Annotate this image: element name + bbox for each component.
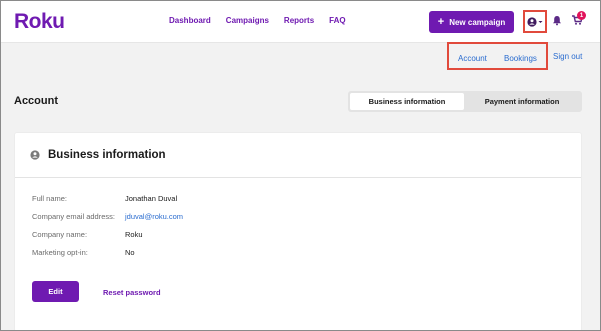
cart-count-badge: 1 [577,11,586,20]
reset-password-link[interactable]: Reset password [103,288,161,297]
field-value: No [125,248,135,257]
nav-faq[interactable]: FAQ [329,16,345,25]
field-value: Roku [125,230,143,239]
field-label: Company email address: [32,212,115,221]
account-tabs: Business information Payment information [348,91,582,112]
page-title: Account [14,95,58,107]
field-value: Jonathan Duval [125,194,178,203]
new-campaign-label: New campaign [449,17,506,27]
chevron-down-icon [538,20,543,23]
app-window: Roku Dashboard Campaigns Reports FAQ + N… [0,0,601,331]
sign-out-link[interactable]: Sign out [553,52,582,61]
business-information-card: Business information Full name: Jonathan… [14,132,582,330]
card-title: Business information [48,149,166,161]
bell-icon[interactable] [552,15,562,26]
edit-button[interactable]: Edit [32,281,79,302]
nav-reports[interactable]: Reports [284,16,314,25]
account-link[interactable]: Account [458,54,487,63]
card-header: Business information [15,133,581,178]
account-menu: Account Bookings [447,42,548,70]
tab-business-information[interactable]: Business information [350,93,464,110]
nav-campaigns[interactable]: Campaigns [226,16,269,25]
user-menu-button[interactable] [523,10,547,33]
user-circle-icon [527,16,537,27]
user-circle-icon [30,150,40,160]
roku-logo[interactable]: Roku [14,10,65,34]
top-navigation-bar: Roku Dashboard Campaigns Reports FAQ + N… [1,1,600,43]
field-label: Marketing opt-in: [32,248,88,257]
plus-icon: + [437,15,445,28]
new-campaign-button[interactable]: + New campaign [429,11,514,33]
field-label: Company name: [32,230,88,239]
email-link[interactable]: jduval@roku.com [125,212,183,221]
main-nav: Dashboard Campaigns Reports FAQ [169,16,361,25]
field-label: Full name: [32,194,68,203]
bookings-link[interactable]: Bookings [504,54,537,63]
tab-payment-information[interactable]: Payment information [464,93,580,110]
nav-dashboard[interactable]: Dashboard [169,16,211,25]
